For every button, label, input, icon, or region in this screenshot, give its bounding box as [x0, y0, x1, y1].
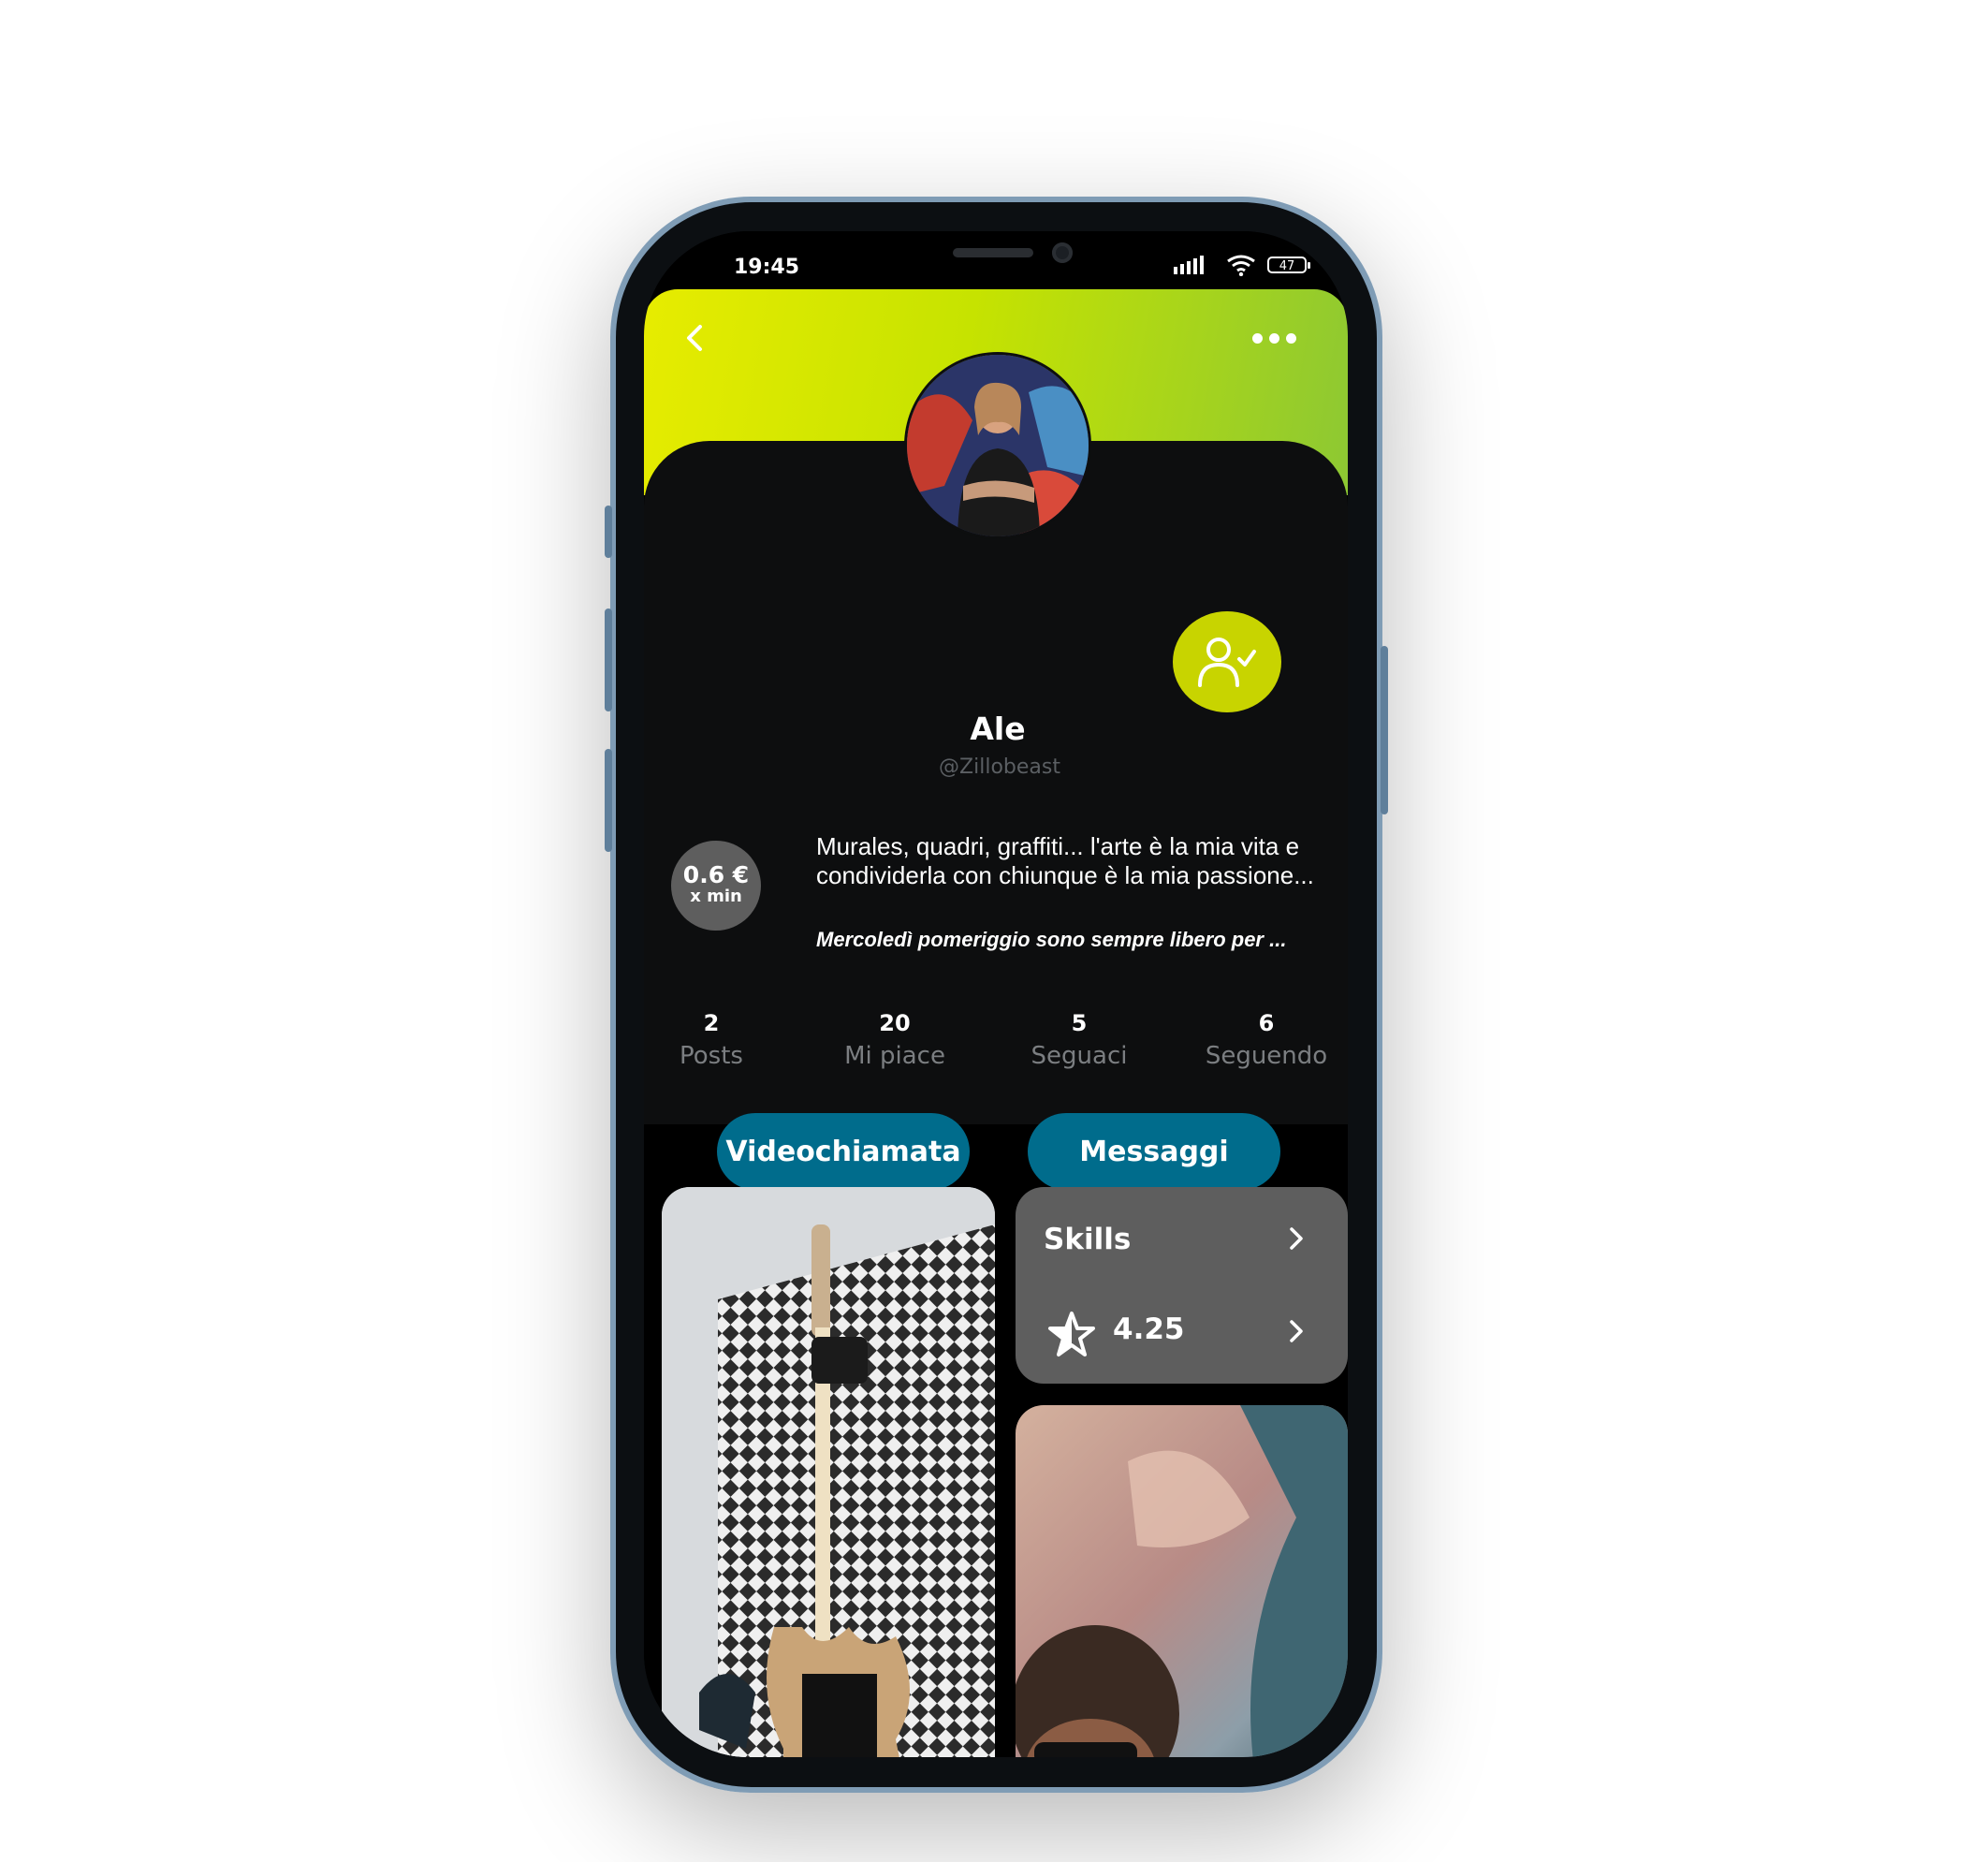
status-bar: 19:45 47 — [644, 231, 1348, 289]
messages-button[interactable]: Messaggi — [1028, 1113, 1280, 1190]
profile-name: Ale — [970, 711, 1026, 747]
more-dot — [1269, 332, 1279, 344]
stat-followers[interactable]: 5 Seguaci — [1004, 1010, 1154, 1070]
skills-title: Skills — [1044, 1223, 1132, 1256]
battery-icon: 47 — [1267, 257, 1310, 273]
phone-screen: 19:45 47 Ale @Zillobeast 0.6 € x min Mur… — [644, 231, 1348, 1757]
cellular-signal-icon — [1174, 256, 1204, 274]
stat-value: 20 — [879, 1010, 911, 1036]
mute-switch — [605, 506, 612, 558]
stat-likes[interactable]: 20 Mi piace — [811, 1010, 979, 1070]
stat-label: Mi piace — [844, 1042, 945, 1070]
stat-following[interactable]: 6 Seguendo — [1187, 1010, 1346, 1070]
avatar[interactable] — [907, 355, 1089, 536]
stat-label: Posts — [680, 1042, 743, 1070]
profile-card: Ale @Zillobeast 0.6 € x min Murales, qua… — [644, 441, 1348, 1190]
profile-handle: @Zillobeast — [939, 755, 1060, 779]
price-badge: 0.6 € x min — [671, 841, 761, 931]
chevron-left-icon[interactable] — [680, 321, 713, 355]
status-time: 19:45 — [734, 256, 800, 279]
profile-bio: Murales, quadri, graffiti... l'arte è la… — [816, 832, 1314, 889]
video-call-button[interactable]: Videochiamata — [717, 1113, 970, 1190]
volume-up-button — [605, 608, 612, 711]
stat-value: 5 — [1071, 1010, 1088, 1036]
skills-rating: 4.25 — [1113, 1312, 1185, 1346]
post-thumbnail-guitar[interactable] — [662, 1187, 995, 1757]
status-icons: 47 — [1174, 254, 1310, 276]
power-button — [1381, 646, 1388, 814]
wifi-icon — [1227, 255, 1255, 276]
more-dot — [1286, 332, 1296, 344]
profile-stats: 2 Posts 20 Mi piace 5 Seguaci 6 Seguendo — [644, 1010, 1348, 1094]
speaker — [953, 248, 1033, 257]
profile-screen: Ale @Zillobeast 0.6 € x min Murales, qua… — [644, 289, 1348, 1757]
chevron-right-icon[interactable] — [1284, 1226, 1308, 1251]
user-check-icon — [1198, 638, 1256, 687]
stat-label: Seguaci — [1031, 1042, 1128, 1070]
post-thumbnail-mural[interactable] — [1016, 1405, 1348, 1757]
volume-down-button — [605, 749, 612, 852]
stat-posts[interactable]: 2 Posts — [655, 1010, 767, 1070]
price-unit: x min — [690, 887, 742, 906]
stat-label: Seguendo — [1205, 1042, 1328, 1070]
post-image-mural — [1016, 1405, 1348, 1757]
more-dot — [1252, 332, 1263, 344]
availability-note: Mercoledì pomeriggio sono sempre libero … — [816, 928, 1287, 951]
stat-value: 6 — [1258, 1010, 1275, 1036]
notch — [822, 231, 1170, 286]
price-value: 0.6 € — [682, 861, 750, 888]
avatar-image — [907, 355, 1089, 536]
chevron-right-icon[interactable] — [1284, 1319, 1308, 1343]
more-horizontal-icon[interactable] — [1252, 319, 1308, 357]
front-camera — [1052, 242, 1073, 263]
post-image-guitar — [662, 1187, 995, 1757]
follow-button[interactable] — [1173, 611, 1281, 712]
skills-card[interactable]: Skills 4.25 — [1016, 1187, 1348, 1384]
stat-value: 2 — [703, 1010, 720, 1036]
star-icon — [1048, 1312, 1095, 1356]
